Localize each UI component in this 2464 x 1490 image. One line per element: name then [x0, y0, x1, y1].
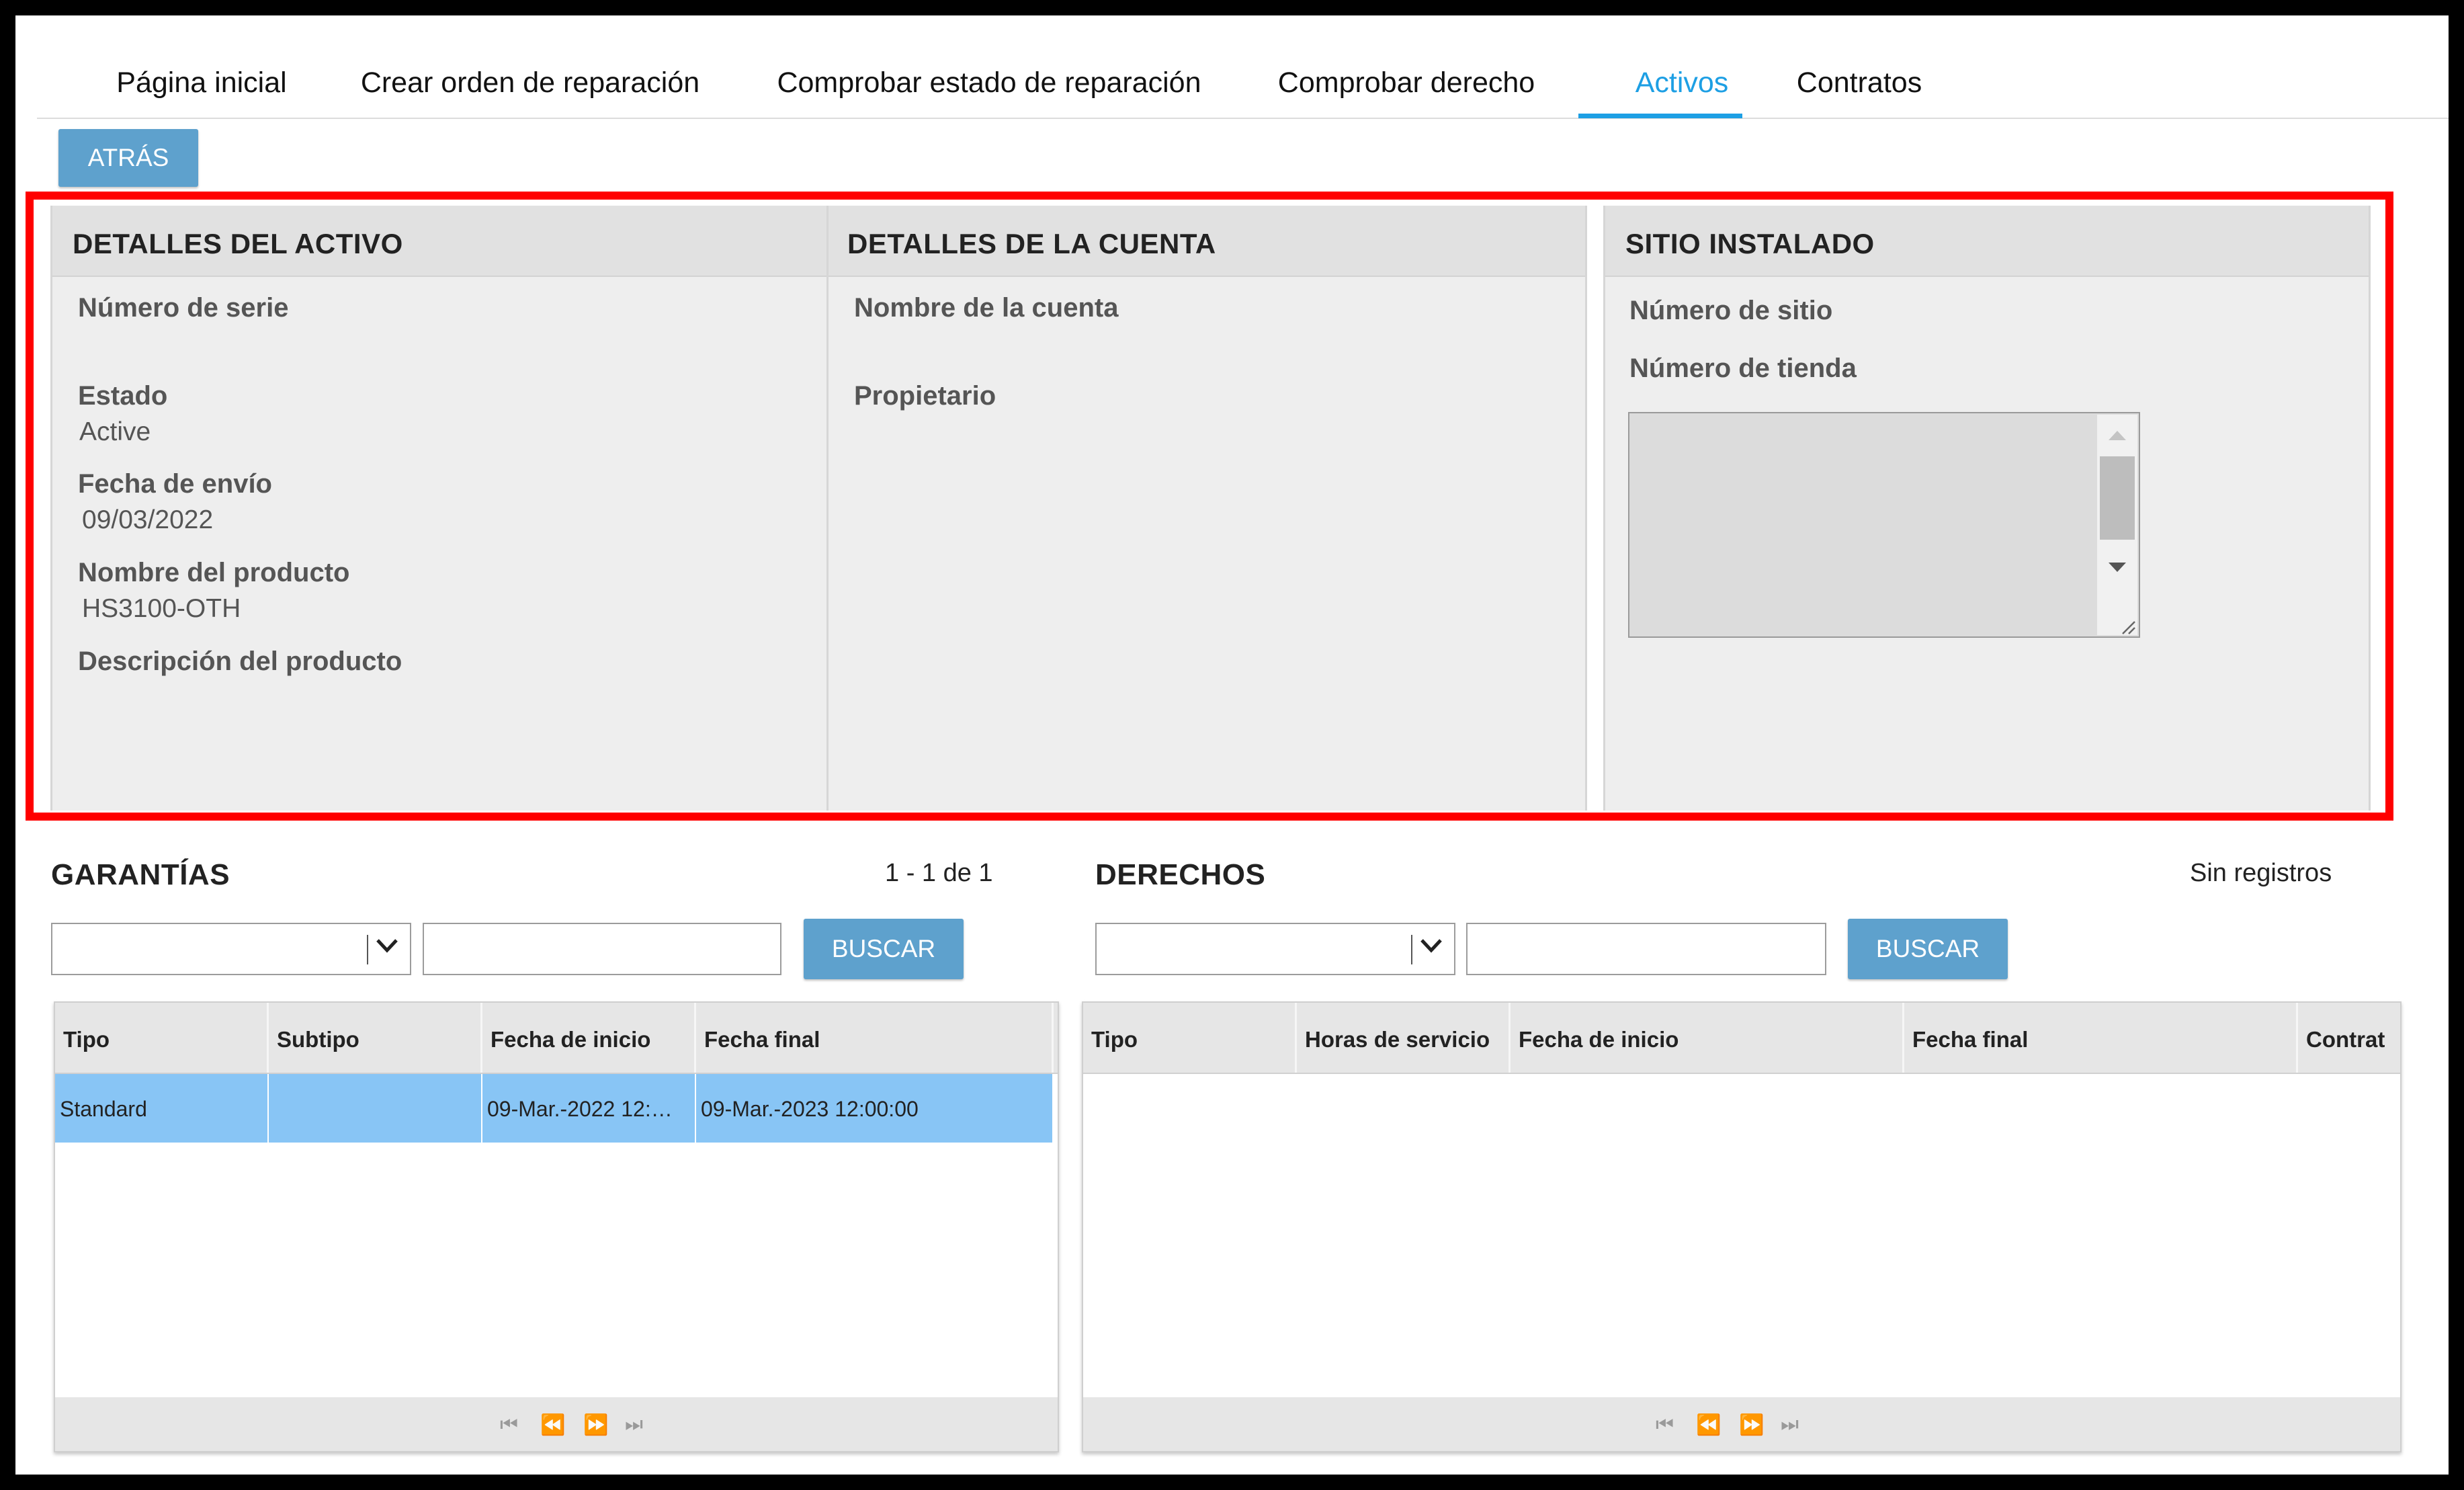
entitlements-search-button[interactable]: BUSCAR [1848, 919, 2008, 979]
cell-subtipo [269, 1074, 482, 1143]
select-separator [1411, 935, 1412, 964]
col-subtipo[interactable]: Subtipo [269, 1003, 482, 1073]
chevron-down-icon [376, 939, 398, 953]
last-page-icon[interactable]: ⏭ [625, 1413, 643, 1436]
warranties-filter-select[interactable] [51, 923, 411, 975]
back-button[interactable]: ATRÁS [58, 129, 198, 187]
entitlements-filter-select[interactable] [1095, 923, 1455, 975]
first-page-icon[interactable]: ⏮ [500, 1413, 518, 1436]
col-tipo[interactable]: Tipo [1083, 1003, 1297, 1073]
col-fecha-final[interactable]: Fecha final [696, 1003, 1054, 1073]
cell-tipo: Standard [55, 1074, 269, 1143]
next-page-icon[interactable]: ⏩ [1739, 1413, 1764, 1437]
prev-page-icon[interactable]: ⏪ [1696, 1413, 1721, 1437]
tab-assets[interactable]: Activos [1600, 67, 1764, 118]
table-row[interactable]: Standard 09-Mar.-2022 12:… 09-Mar.-2023 … [55, 1074, 1054, 1143]
highlight-box [26, 192, 2393, 821]
entitlements-search-input[interactable] [1466, 923, 1826, 975]
warranties-count: 1 - 1 de 1 [885, 859, 993, 887]
next-page-icon[interactable]: ⏩ [583, 1413, 608, 1437]
entitlements-title: DERECHOS [1095, 858, 1266, 891]
warranties-table: Tipo Subtipo Fecha de inicio Fecha final… [54, 1001, 1059, 1452]
prev-page-icon[interactable]: ⏪ [540, 1413, 565, 1437]
tab-create-repair-order[interactable]: Crear orden de reparación [347, 67, 713, 118]
entitlements-table: Tipo Horas de servicio Fecha de inicio F… [1082, 1001, 2402, 1452]
entitlements-count: Sin registros [2190, 859, 2332, 887]
warranties-title: GARANTÍAS [51, 858, 230, 891]
cell-fecha-inicio: 09-Mar.-2022 12:… [482, 1074, 696, 1143]
tab-home[interactable]: Página inicial [104, 67, 299, 118]
entitlements-table-header: Tipo Horas de servicio Fecha de inicio F… [1083, 1003, 2400, 1074]
col-tipo[interactable]: Tipo [55, 1003, 269, 1073]
cell-fecha-final: 09-Mar.-2023 12:00:00 [696, 1074, 1054, 1143]
col-contrato[interactable]: Contrat [2298, 1003, 2400, 1073]
tab-contracts[interactable]: Contratos [1785, 67, 1933, 118]
app-window: Página inicial Crear orden de reparación… [15, 15, 2449, 1475]
warranties-table-header: Tipo Subtipo Fecha de inicio Fecha final [55, 1003, 1058, 1074]
tab-check-repair-status[interactable]: Comprobar estado de reparación [761, 67, 1218, 118]
active-tab-indicator [1578, 114, 1742, 118]
col-fecha-inicio[interactable]: Fecha de inicio [1511, 1003, 1904, 1073]
col-fecha-final[interactable]: Fecha final [1904, 1003, 2298, 1073]
warranties-pager: ⏮ ⏪ ⏩ ⏭ [55, 1397, 1058, 1451]
first-page-icon[interactable]: ⏮ [1656, 1413, 1674, 1436]
col-fecha-inicio[interactable]: Fecha de inicio [482, 1003, 696, 1073]
tab-check-entitlement[interactable]: Comprobar derecho [1267, 67, 1546, 118]
select-separator [367, 935, 368, 964]
entitlements-pager: ⏮ ⏪ ⏩ ⏭ [1083, 1397, 2400, 1451]
warranties-search-input[interactable] [423, 923, 781, 975]
main-nav: Página inicial Crear orden de reparación… [37, 36, 2449, 119]
chevron-down-icon [1420, 939, 1442, 953]
col-horas-servicio[interactable]: Horas de servicio [1297, 1003, 1511, 1073]
warranties-search-button[interactable]: BUSCAR [804, 919, 964, 979]
last-page-icon[interactable]: ⏭ [1781, 1413, 1799, 1436]
